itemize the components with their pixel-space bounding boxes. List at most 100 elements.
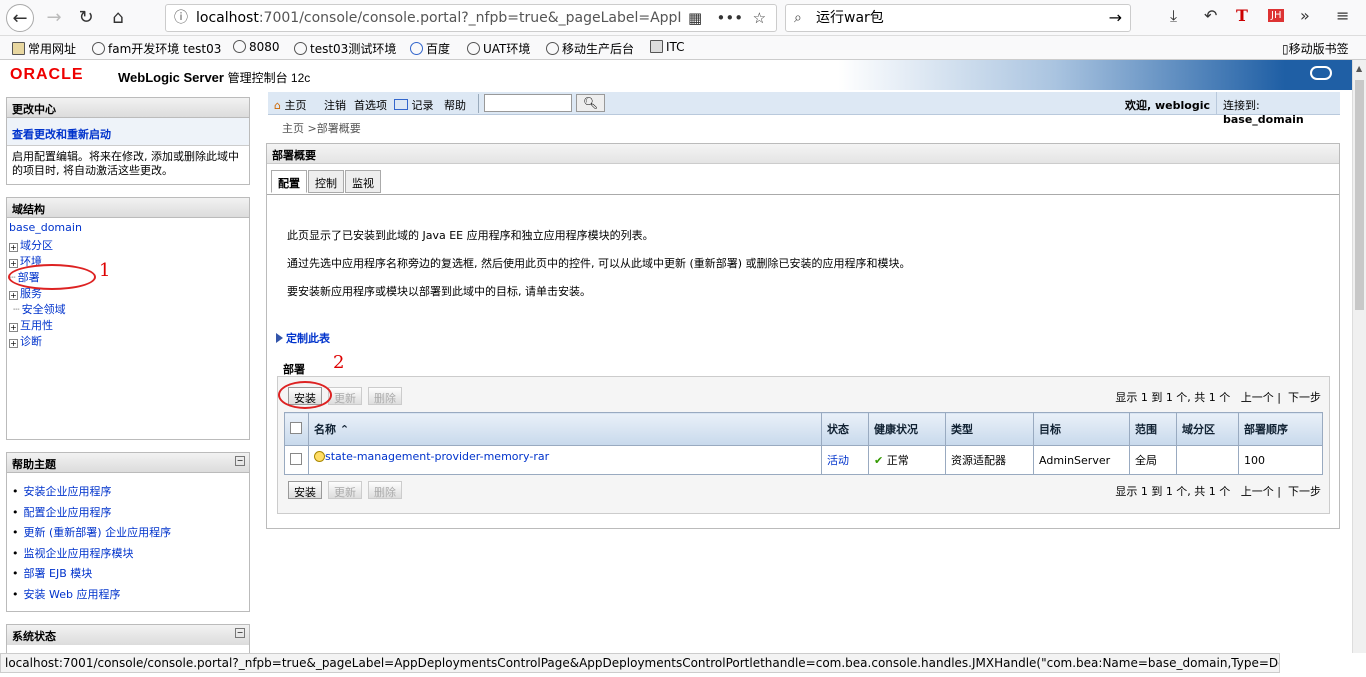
deployments-table-container: 安装 更新 删除 显示 1 到 1 个, 共 1 个 上一个 | 下一步 名称 … — [277, 376, 1330, 514]
tab-divider — [267, 194, 1339, 195]
bookmark-item[interactable]: ITC — [650, 40, 685, 54]
divider — [478, 94, 479, 113]
forward-button[interactable]: → — [40, 4, 68, 32]
product-title: WebLogic Server 管理控制台 12c — [118, 70, 311, 85]
column-header-order[interactable]: 部署顺序 — [1238, 412, 1323, 446]
order-cell: 100 — [1238, 445, 1323, 475]
description-1: 此页显示了已安装到此域的 Java EE 应用程序和独立应用程序模块的列表。 — [287, 229, 654, 242]
deployment-name-link[interactable]: state-management-provider-memory-rar — [325, 450, 549, 463]
page-actions-icon[interactable]: ••• — [717, 9, 744, 27]
tree-item-interop[interactable]: + 互用性 — [9, 317, 247, 333]
search-go-icon[interactable]: → — [1109, 5, 1122, 31]
view-changes-link[interactable]: 查看更改和重新启动 — [7, 118, 249, 146]
column-header-state[interactable]: 状态 — [821, 412, 869, 446]
column-header-type[interactable]: 类型 — [945, 412, 1034, 446]
customize-table-link[interactable]: 定制此表 — [276, 330, 330, 346]
search-input[interactable]: ⌕ 运行war包 → — [785, 4, 1131, 32]
record-icon — [394, 99, 408, 110]
menu-icon[interactable]: ≡ — [1336, 6, 1349, 25]
bookmark-item[interactable]: 常用网址 — [12, 40, 76, 57]
browser-toolbar: ← → ↻ ⌂ ⓘ localhost:7001/console/console.… — [0, 0, 1366, 36]
download-icon[interactable]: ⤓ — [1170, 6, 1177, 26]
help-topics-title: 帮助主题 — [12, 458, 56, 471]
help-link[interactable]: 配置企业应用程序 — [12, 504, 244, 525]
select-all-cell — [284, 412, 309, 446]
expand-icon[interactable]: + — [9, 291, 18, 300]
app-header: ORACLE WebLogic Server 管理控制台 12c — [0, 60, 1352, 90]
update-button[interactable]: 更新 — [328, 387, 362, 405]
bookmark-star-icon[interactable]: ☆ — [753, 9, 766, 27]
mobile-bookmarks[interactable]: ▯移动版书签 — [1282, 40, 1349, 57]
help-link[interactable]: 部署 EJB 模块 — [12, 565, 244, 586]
bookmark-item[interactable]: 移动生产后台 — [546, 40, 634, 57]
state-cell[interactable]: 活动 — [821, 445, 869, 475]
page-scrollbar[interactable]: ▲ — [1352, 60, 1366, 653]
next-link[interactable]: 下一步 — [1288, 485, 1321, 498]
bookmark-item[interactable]: fam开发环境 test03 — [92, 40, 221, 57]
back-button[interactable]: ← — [6, 4, 34, 32]
bookmarks-bar: 常用网址 fam开发环境 test03 8080 test03测试环境 百度 U… — [0, 36, 1366, 60]
info-icon[interactable]: ⓘ — [174, 10, 188, 26]
row-checkbox[interactable] — [290, 452, 302, 465]
delete-button-bottom[interactable]: 删除 — [368, 481, 402, 499]
help-link[interactable]: 监视企业应用程序模块 — [12, 545, 244, 566]
tree-item-diagnostics[interactable]: + 诊断 — [9, 333, 247, 349]
breadcrumb[interactable]: 主页 >部署概要 — [282, 120, 361, 136]
jh-extension-icon[interactable]: JH — [1268, 9, 1285, 22]
address-bar[interactable]: ⓘ localhost:7001/console/console.portal?_… — [165, 4, 777, 32]
bookmark-item[interactable]: 百度 — [410, 40, 450, 57]
scroll-thumb[interactable] — [1355, 80, 1364, 310]
minimize-icon[interactable]: − — [235, 456, 245, 466]
console-search-input[interactable] — [484, 94, 572, 112]
t-extension-icon[interactable]: T — [1236, 6, 1248, 25]
change-center-panel: 更改中心 查看更改和重新启动 启用配置编辑。将来在修改, 添加或删除此域中的项目… — [6, 97, 250, 185]
console-search-button[interactable]: 🔍︎ — [576, 94, 605, 112]
column-header-health[interactable]: 健康状况 — [868, 412, 946, 446]
expand-icon[interactable]: + — [9, 323, 18, 332]
expand-icon[interactable]: + — [9, 259, 18, 268]
scroll-up-icon[interactable]: ▲ — [1356, 64, 1362, 73]
home-button[interactable]: ⌂ — [104, 4, 132, 32]
pager-top: 显示 1 到 1 个, 共 1 个 上一个 | 下一步 — [1115, 391, 1321, 404]
tree-item-security[interactable]: ┄ 安全领域 — [9, 301, 247, 317]
prev-link[interactable]: 上一个 — [1241, 391, 1274, 404]
next-link[interactable]: 下一步 — [1288, 391, 1321, 404]
record-link[interactable]: 记录 — [394, 97, 434, 113]
logout-link[interactable]: 注销 — [324, 97, 346, 113]
column-header-partition[interactable]: 域分区 — [1176, 412, 1239, 446]
column-header-scope[interactable]: 范围 — [1129, 412, 1177, 446]
home-link[interactable]: ⌂ 主页 — [274, 97, 306, 113]
reload-button[interactable]: ↻ — [72, 4, 100, 32]
help-link-toolbar[interactable]: 帮助 — [444, 97, 466, 113]
help-link[interactable]: 安装企业应用程序 — [12, 483, 244, 504]
house-icon: ⌂ — [274, 99, 281, 112]
tree-root[interactable]: base_domain — [9, 221, 82, 234]
tab-monitoring[interactable]: 监视 — [345, 170, 381, 193]
column-header-target[interactable]: 目标 — [1033, 412, 1130, 446]
expand-icon[interactable]: + — [9, 339, 18, 348]
tab-control[interactable]: 控制 — [308, 170, 344, 193]
tree-item-partitions[interactable]: + 域分区 — [9, 237, 247, 253]
row-select-cell — [284, 445, 309, 475]
tab-configuration[interactable]: 配置 — [271, 170, 307, 193]
prev-link[interactable]: 上一个 — [1241, 485, 1274, 498]
column-header-name[interactable]: 名称 ⌃ — [308, 412, 822, 446]
search-value: 运行war包 — [816, 10, 884, 26]
qr-icon[interactable]: ▦ — [688, 9, 702, 27]
preferences-link[interactable]: 首选项 — [354, 97, 387, 113]
help-link[interactable]: 安装 Web 应用程序 — [12, 586, 244, 607]
bookmark-item[interactable]: UAT环境 — [467, 40, 530, 57]
update-button-bottom[interactable]: 更新 — [328, 481, 362, 499]
bookmark-item[interactable]: test03测试环境 — [294, 40, 396, 57]
resource-adapter-icon — [314, 451, 325, 462]
delete-button[interactable]: 删除 — [368, 387, 402, 405]
select-all-checkbox[interactable] — [290, 421, 302, 434]
overflow-icon[interactable]: » — [1300, 6, 1310, 25]
help-link[interactable]: 更新 (重新部署) 企业应用程序 — [12, 524, 244, 545]
minimize-icon[interactable]: − — [235, 628, 245, 638]
install-button-bottom[interactable]: 安装 — [288, 481, 322, 499]
pager-info: 显示 1 到 1 个, 共 1 个 — [1115, 391, 1231, 404]
undo-icon[interactable]: ↶ — [1204, 6, 1217, 25]
bookmark-item[interactable]: 8080 — [233, 40, 280, 54]
expand-icon[interactable]: + — [9, 243, 18, 252]
